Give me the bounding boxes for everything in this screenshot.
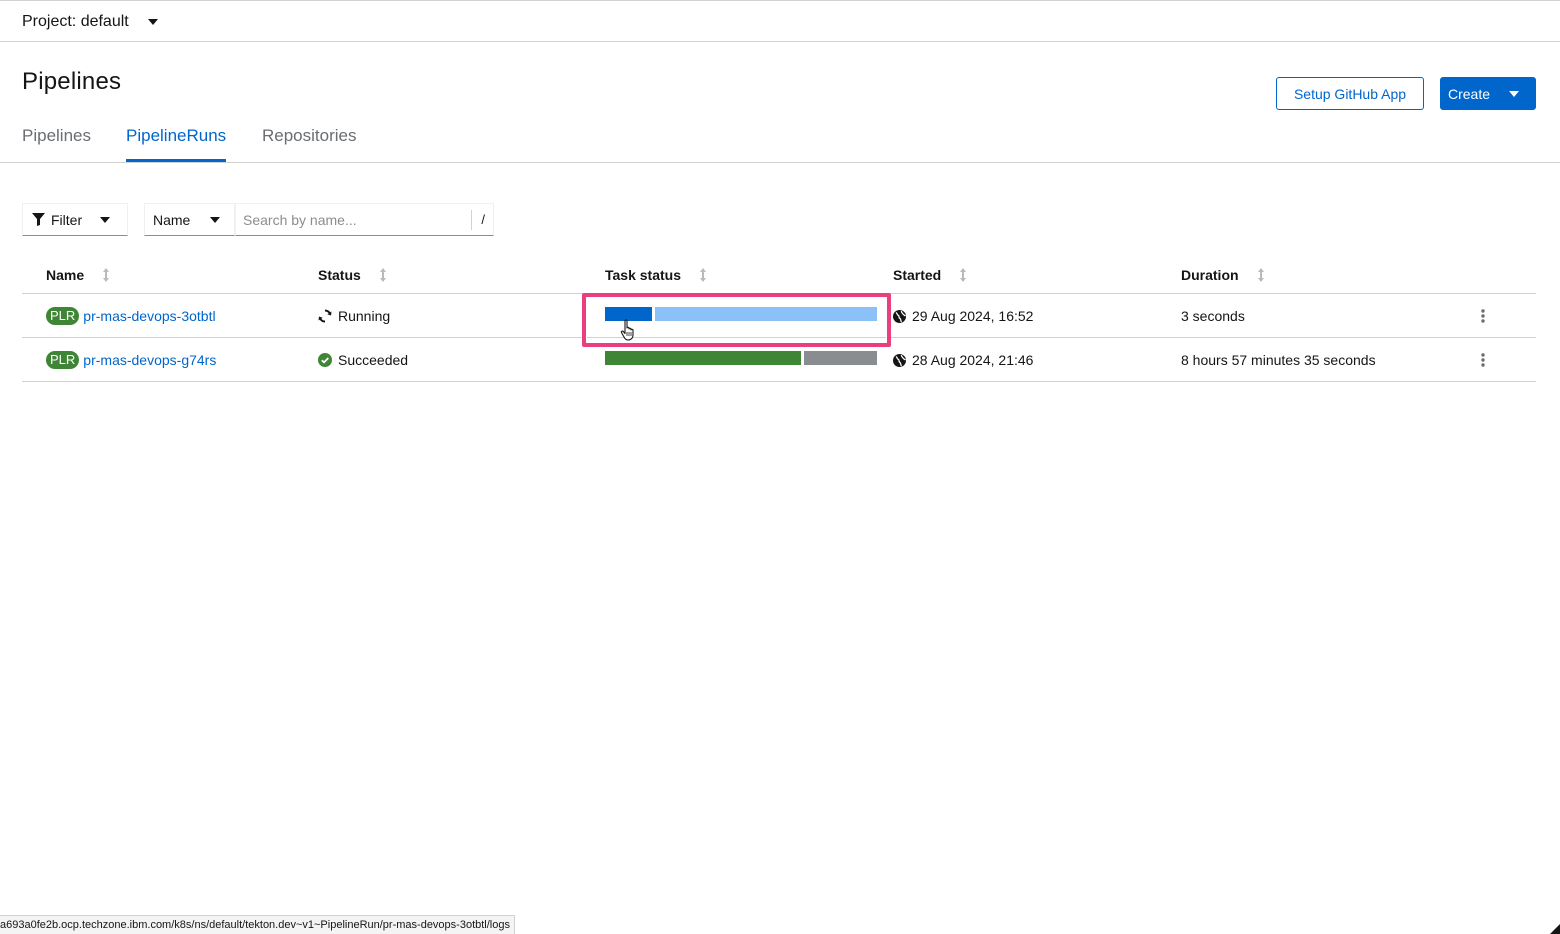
sort-icon — [1257, 268, 1264, 282]
pipelinerun-link[interactable]: pr-mas-devops-3otbtl — [83, 308, 215, 324]
table-row: PLR pr-mas-devops-g74rs Succeeded 28 Aug… — [22, 338, 1536, 382]
duration-cell: 3 seconds — [1181, 294, 1245, 338]
filter-label: Filter — [51, 211, 83, 228]
status-text: Succeeded — [338, 352, 409, 368]
column-header-started[interactable]: Started — [893, 267, 967, 283]
hand-pointer-cursor-icon — [620, 319, 634, 341]
name-cell: PLR pr-mas-devops-g74rs — [46, 338, 216, 382]
tab-pipelines[interactable]: Pipelines — [22, 126, 91, 162]
kebab-icon — [1481, 309, 1485, 323]
kebab-icon — [1481, 353, 1485, 367]
status-bar-url: a693a0fe2b.ocp.techzone.ibm.com/k8s/ns/d… — [0, 915, 515, 934]
table-header: Name Status Task status Started Duration — [22, 260, 1536, 294]
task-segment-succeeded — [605, 351, 801, 365]
caret-down-icon — [100, 216, 111, 223]
name-cell: PLR pr-mas-devops-3otbtl — [46, 294, 216, 338]
pipelineruns-table: Name Status Task status Started Duration… — [22, 260, 1536, 382]
tab-bar: Pipelines PipelineRuns Repositories — [0, 126, 1560, 163]
search-field: / — [235, 203, 494, 236]
tab-pipelineruns[interactable]: PipelineRuns — [126, 126, 227, 162]
column-header-label: Status — [318, 267, 361, 283]
sort-icon — [379, 268, 386, 282]
globe-icon — [893, 353, 906, 367]
setup-github-app-label: Setup GitHub App — [1293, 85, 1407, 102]
caret-down-icon — [210, 216, 221, 223]
project-selector[interactable]: Project: default — [22, 11, 158, 33]
project-label: Project: default — [22, 13, 129, 30]
search-input[interactable] — [243, 204, 463, 235]
caret-down-icon — [1509, 90, 1520, 97]
started-text: 29 Aug 2024, 16:52 — [912, 308, 1034, 324]
globe-icon — [893, 309, 906, 323]
column-header-label: Task status — [605, 267, 681, 283]
duration-text: 8 hours 57 minutes 35 seconds — [1181, 352, 1376, 368]
column-header-name[interactable]: Name — [46, 267, 110, 283]
filter-dropdown[interactable]: Filter — [22, 203, 128, 236]
column-header-task-status[interactable]: Task status — [605, 267, 707, 283]
search-type-value: Name — [153, 211, 191, 228]
search-type-select[interactable]: Name — [144, 203, 235, 236]
task-segment-skipped — [804, 351, 877, 365]
pipelinerun-link[interactable]: pr-mas-devops-g74rs — [83, 352, 216, 368]
started-cell: 29 Aug 2024, 16:52 — [893, 294, 1033, 338]
column-header-label: Duration — [1181, 267, 1239, 283]
duration-text: 3 seconds — [1181, 308, 1245, 324]
create-label: Create — [1448, 85, 1491, 102]
row-actions-kebab[interactable] — [1478, 350, 1488, 370]
tab-repositories[interactable]: Repositories — [262, 126, 357, 162]
search-shortcut-hint: / — [471, 210, 485, 230]
task-status-bar[interactable] — [605, 351, 877, 365]
duration-cell: 8 hours 57 minutes 35 seconds — [1181, 338, 1376, 382]
task-segment-pending — [655, 307, 877, 321]
status-cell: Running — [318, 294, 390, 338]
task-status-bar[interactable] — [605, 307, 877, 321]
caret-down-icon — [147, 19, 158, 25]
create-button[interactable]: Create — [1440, 77, 1536, 110]
project-bar: Project: default — [0, 1, 1560, 42]
column-header-label: Name — [46, 267, 85, 283]
sort-icon — [103, 268, 110, 282]
column-header-label: Started — [893, 267, 942, 283]
status-cell: Succeeded — [318, 338, 408, 382]
check-circle-icon — [318, 353, 332, 367]
page-title: Pipelines — [22, 68, 122, 95]
setup-github-app-button[interactable]: Setup GitHub App — [1276, 77, 1424, 110]
sort-icon — [960, 268, 967, 282]
sort-icon — [700, 268, 706, 282]
table-row: PLR pr-mas-devops-3otbtl Running 29 Aug … — [22, 294, 1536, 338]
started-text: 28 Aug 2024, 21:46 — [912, 352, 1034, 368]
column-header-status[interactable]: Status — [318, 267, 387, 283]
plr-badge: PLR — [46, 307, 80, 325]
window-corner — [1550, 924, 1560, 934]
filter-icon — [32, 213, 45, 226]
plr-badge: PLR — [46, 351, 80, 369]
row-actions-kebab[interactable] — [1478, 306, 1488, 326]
column-header-duration[interactable]: Duration — [1181, 267, 1265, 283]
sync-icon — [318, 309, 332, 323]
started-cell: 28 Aug 2024, 21:46 — [893, 338, 1033, 382]
status-text: Running — [338, 308, 391, 324]
